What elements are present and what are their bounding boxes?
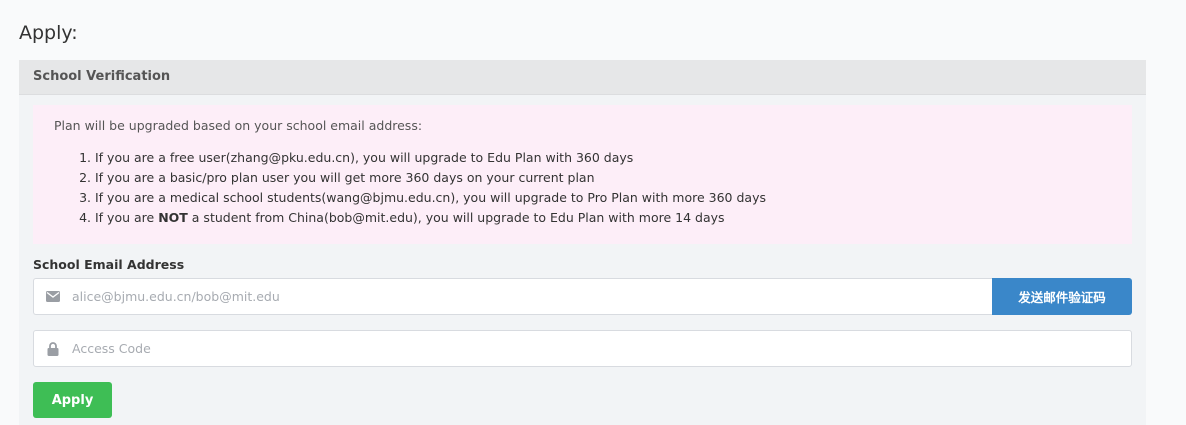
notice-list: If you are a free user(zhang@pku.edu.cn)…: [54, 148, 1132, 228]
upgrade-notice: Plan will be upgraded based on your scho…: [33, 105, 1132, 244]
list-item-text: If you are a medical school students(wan…: [95, 190, 766, 205]
access-code-input[interactable]: [72, 331, 1131, 366]
send-verification-code-button[interactable]: 发送邮件验证码: [992, 278, 1132, 315]
list-item: If you are a basic/pro plan user you wil…: [95, 168, 1132, 188]
panel-header: School Verification: [19, 60, 1146, 95]
notice-intro: Plan will be upgraded based on your scho…: [54, 118, 423, 133]
list-item: If you are NOT a student from China(bob@…: [95, 208, 1132, 228]
list-item-text-tail: a student from China(bob@mit.edu), you w…: [187, 210, 725, 225]
lock-icon: [34, 341, 72, 356]
email-input-group: [33, 278, 992, 315]
envelope-icon: [34, 291, 72, 302]
list-item: If you are a medical school students(wan…: [95, 188, 1132, 208]
page-title: Apply:: [19, 22, 78, 44]
list-item-text: If you are a basic/pro plan user you wil…: [95, 170, 595, 185]
list-item-emphasis: NOT: [158, 210, 188, 225]
school-verification-panel: School Verification Plan will be upgrade…: [19, 60, 1146, 425]
list-item-text: If you are a free user(zhang@pku.edu.cn)…: [95, 150, 634, 165]
list-item: If you are a free user(zhang@pku.edu.cn)…: [95, 148, 1132, 168]
list-item-text: If you are: [95, 210, 159, 225]
school-email-input[interactable]: [72, 279, 992, 314]
access-code-input-group: [33, 330, 1132, 367]
email-field-label: School Email Address: [33, 257, 185, 272]
apply-button[interactable]: Apply: [33, 382, 112, 418]
